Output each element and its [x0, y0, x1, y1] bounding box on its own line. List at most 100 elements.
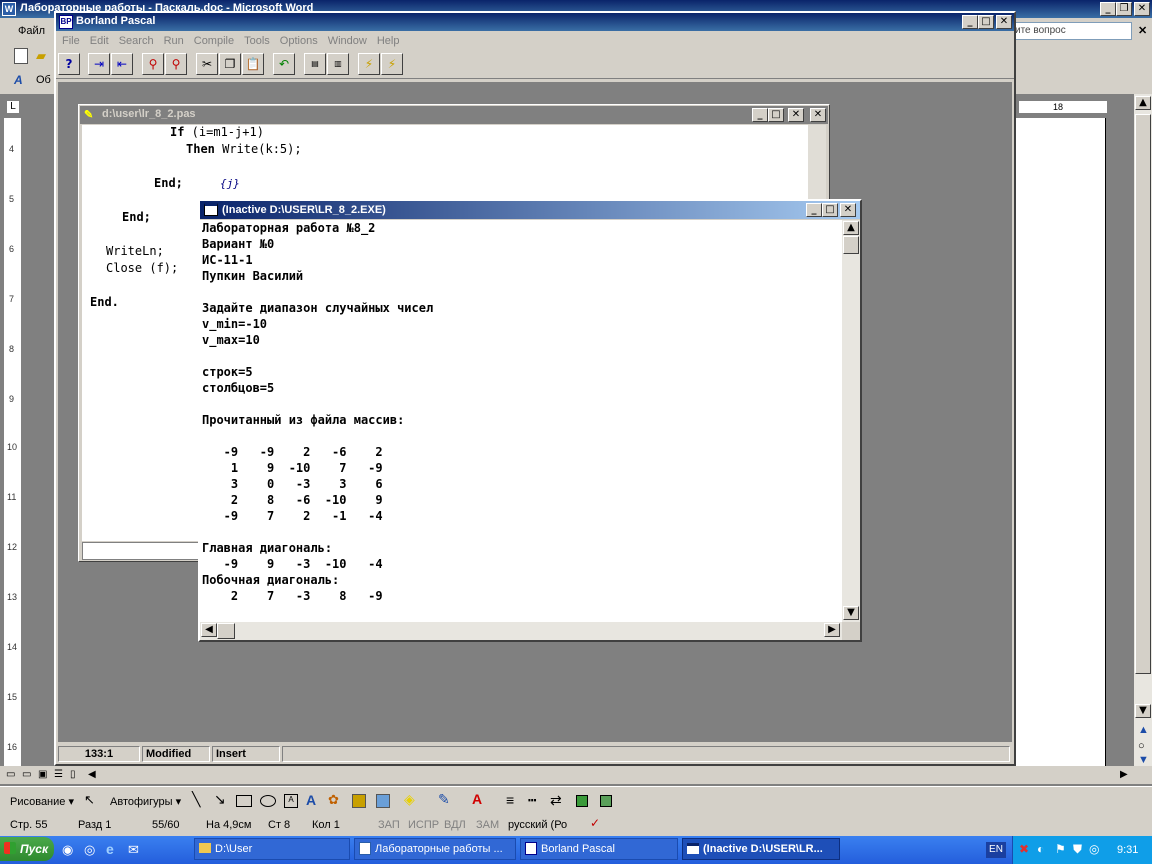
menu-edit[interactable]: Edit — [90, 35, 109, 47]
diagram-icon[interactable]: ✿ — [328, 792, 339, 808]
tray-antivirus-icon[interactable]: ✖ — [1019, 842, 1029, 856]
view-print-icon[interactable]: ▣ — [38, 769, 47, 780]
menu-search[interactable]: Search — [119, 35, 154, 47]
menu-compile[interactable]: Compile — [194, 35, 234, 47]
spelling-icon[interactable]: ✓ — [590, 816, 600, 830]
line-icon[interactable]: ╲ — [192, 791, 200, 808]
copy-button[interactable]: ❐ — [219, 53, 241, 75]
editor-maximize-button[interactable]: □ — [768, 108, 784, 122]
word-vertical-scrollbar[interactable]: ▲ ▼ ▲ ○ ▼ — [1134, 94, 1152, 766]
prev-page-icon[interactable]: ▲ — [1138, 724, 1149, 736]
menu-file[interactable]: File — [62, 35, 80, 47]
tray-security-icon[interactable]: ⚑ — [1055, 842, 1066, 856]
step-over-button[interactable]: ⚡ — [381, 53, 403, 75]
console-hscroll-thumb[interactable] — [217, 623, 235, 639]
find-button[interactable]: ⚲ — [142, 53, 164, 75]
scroll-thumb[interactable] — [1135, 114, 1151, 674]
taskbar-item-borland[interactable]: Borland Pascal — [520, 838, 678, 860]
line-style-icon[interactable]: ≡ — [506, 792, 514, 808]
word-ruler-corner[interactable]: L — [6, 100, 20, 114]
quicklaunch-ie-icon[interactable]: e — [106, 841, 114, 857]
quicklaunch-media-icon[interactable]: ◎ — [84, 842, 95, 858]
word-horizontal-scrollbar[interactable]: ▭ ▭ ▣ ☰ ▯ ◀ ▶ — [0, 766, 1152, 784]
editor-minimize-button[interactable]: _ — [752, 108, 768, 122]
word-minimize-button[interactable]: _ — [1100, 2, 1116, 16]
compile-button[interactable]: ▤ — [304, 53, 326, 75]
open-file-button[interactable]: ⇥ — [88, 53, 110, 75]
status-ext[interactable]: ВДЛ — [444, 818, 466, 832]
bp-close-button[interactable]: ✕ — [996, 15, 1012, 29]
next-page-icon[interactable]: ▼ — [1138, 754, 1149, 766]
scroll-up-button[interactable]: ▲ — [1135, 96, 1151, 110]
word-close-button[interactable]: ✕ — [1134, 2, 1150, 16]
rectangle-icon[interactable] — [236, 795, 252, 807]
select-objects-icon[interactable]: ↖ — [84, 792, 95, 808]
help-close-icon[interactable]: ✕ — [1138, 24, 1147, 37]
new-document-icon[interactable] — [14, 48, 28, 64]
undo-button[interactable]: ↶ — [273, 53, 295, 75]
help-search-box[interactable]: ите вопрос — [1012, 22, 1132, 40]
find-next-button[interactable]: ⚲ — [165, 53, 187, 75]
view-normal-icon[interactable]: ▭ — [6, 769, 15, 780]
bp-minimize-button[interactable]: _ — [962, 15, 978, 29]
menu-window[interactable]: Window — [328, 35, 367, 47]
status-rec[interactable]: ЗАП — [378, 818, 400, 832]
help-button[interactable]: ? — [58, 53, 80, 75]
scroll-left-icon[interactable]: ◀ — [88, 769, 96, 780]
styles-icon[interactable]: A — [14, 73, 23, 87]
status-trk[interactable]: ИСПР — [408, 818, 439, 832]
start-button[interactable]: Пуск — [0, 837, 54, 861]
open-folder-icon[interactable]: ▰ — [36, 48, 46, 64]
cut-button[interactable]: ✂ — [196, 53, 218, 75]
console-scroll-thumb[interactable] — [843, 236, 859, 254]
console-output[interactable]: Лабораторная работа №8_2 Вариант №0 ИС-1… — [200, 220, 842, 622]
style-box[interactable]: Об — [36, 74, 51, 86]
console-scroll-left-button[interactable]: ◀ — [201, 623, 217, 637]
console-close-button[interactable]: ✕ — [840, 203, 856, 217]
quicklaunch-outlook-icon[interactable]: ✉ — [128, 842, 139, 858]
font-color-icon[interactable]: A — [472, 791, 482, 807]
word-restore-button[interactable]: ❐ — [1116, 2, 1132, 16]
tray-shield-icon[interactable]: ⛊ — [1073, 842, 1082, 857]
dash-style-icon[interactable]: ┅ — [528, 792, 536, 809]
taskbar-item-word[interactable]: Лабораторные работы ... — [354, 838, 516, 860]
draw-menu[interactable]: Рисование ▾ — [10, 795, 74, 808]
3d-icon[interactable] — [600, 795, 612, 807]
paste-button[interactable]: 📋 — [242, 53, 264, 75]
view-outline-icon[interactable]: ☰ — [54, 769, 63, 780]
tray-volume-icon[interactable]: ◎ — [1089, 842, 1099, 856]
line-color-icon[interactable]: ✎ — [438, 791, 450, 808]
console-scroll-up-button[interactable]: ▲ — [843, 221, 859, 235]
run-button[interactable]: ⚡ — [358, 53, 380, 75]
arrow-style-icon[interactable]: ⇄ — [550, 792, 562, 809]
oval-icon[interactable] — [260, 795, 276, 807]
textbox-icon[interactable]: A — [284, 794, 298, 808]
picture-icon[interactable] — [376, 794, 390, 808]
quicklaunch-desktop-icon[interactable]: ◉ — [62, 842, 73, 858]
fill-color-icon[interactable]: ◈ — [404, 791, 415, 808]
view-reading-icon[interactable]: ▯ — [70, 769, 76, 780]
arrow-icon[interactable]: ↘ — [214, 791, 226, 808]
menu-options[interactable]: Options — [280, 35, 318, 47]
word-menu-file[interactable]: Файл — [18, 25, 45, 37]
console-minimize-button[interactable]: _ — [806, 203, 822, 217]
menu-tools[interactable]: Tools — [244, 35, 270, 47]
console-horizontal-scrollbar[interactable]: ◀ ▶ — [200, 622, 842, 640]
bp-maximize-button[interactable]: □ — [978, 15, 994, 29]
tray-language[interactable]: EN — [986, 842, 1006, 858]
editor-outer-close-button[interactable]: ✕ — [810, 108, 826, 122]
make-button[interactable]: ▥ — [327, 53, 349, 75]
status-ovr[interactable]: ЗАМ — [476, 818, 499, 832]
taskbar-item-explorer[interactable]: D:\User — [194, 838, 350, 860]
save-file-button[interactable]: ⇤ — [111, 53, 133, 75]
scroll-right-icon[interactable]: ▶ — [1120, 769, 1128, 780]
console-scroll-right-button[interactable]: ▶ — [824, 623, 840, 637]
tray-clock[interactable]: 9:31 — [1117, 844, 1138, 856]
editor-close-button[interactable]: ✕ — [788, 108, 804, 122]
scroll-down-button[interactable]: ▼ — [1135, 704, 1151, 718]
shadow-icon[interactable] — [576, 795, 588, 807]
browse-object-icon[interactable]: ○ — [1138, 740, 1145, 752]
menu-help[interactable]: Help — [377, 35, 400, 47]
console-vertical-scrollbar[interactable]: ▲ ▼ — [842, 220, 860, 622]
console-maximize-button[interactable]: □ — [822, 203, 838, 217]
